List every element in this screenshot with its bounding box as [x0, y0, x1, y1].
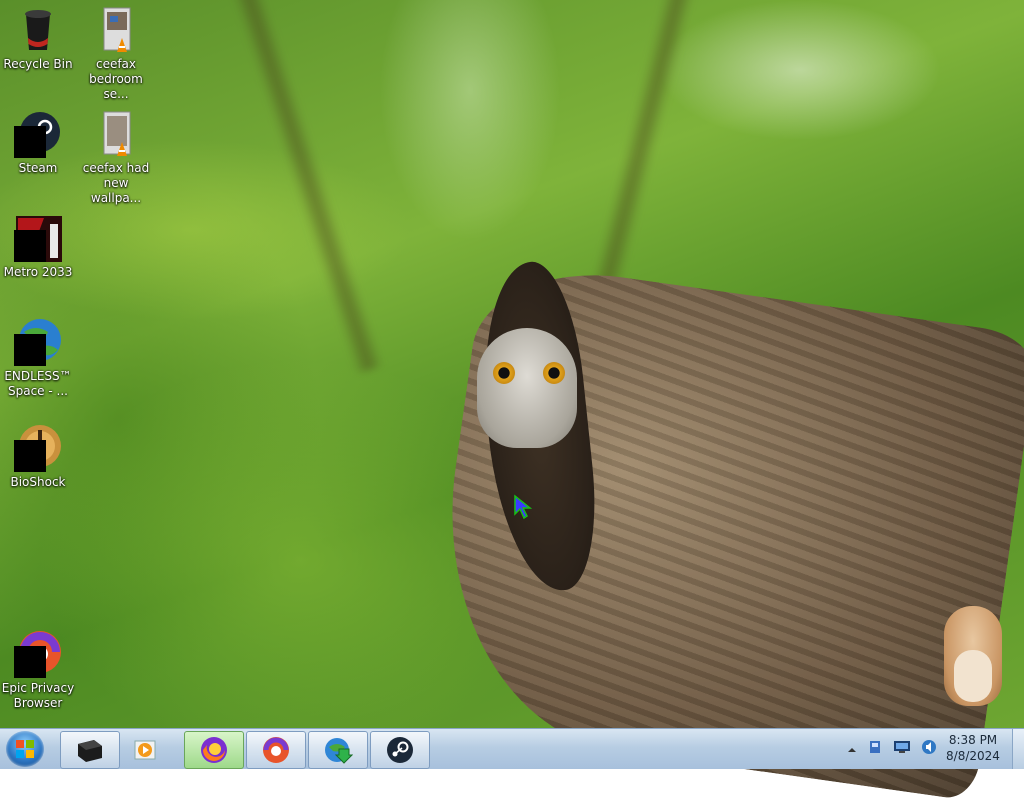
shortcut-overlay [14, 230, 46, 262]
vlc-video-file-icon [92, 6, 140, 54]
shortcut-overlay [14, 334, 46, 366]
action-center-flag-icon [870, 741, 880, 753]
desktop-icon-bioshock[interactable]: BioShock [0, 424, 76, 490]
icon-label: Steam [18, 161, 58, 175]
wallpaper-owl [477, 328, 577, 448]
media-player-icon [134, 740, 156, 760]
owl-eye [543, 362, 565, 384]
icon-label: BioShock [10, 475, 66, 489]
taskbar-clock[interactable]: 8:38 PM 8/8/2024 [934, 732, 1012, 764]
icon-label: Epic Privacy Browser [1, 681, 75, 710]
taskbar-button-steam[interactable] [370, 731, 430, 769]
shortcut-overlay [14, 646, 46, 678]
icon-label: ceefax bedroom se... [89, 57, 143, 101]
taskbar-button-download-manager[interactable] [308, 731, 368, 769]
taskbar-button-media-player[interactable] [122, 731, 170, 769]
shortcut-overlay [14, 440, 46, 472]
metro-2033-icon [14, 214, 62, 262]
vlc-video-file-icon [92, 110, 140, 158]
desktop-icon-ceefax-wallpaper[interactable]: ceefax had new wallpa... [78, 110, 154, 206]
taskbar-button-firefox[interactable] [184, 731, 244, 769]
icon-label: ceefax had new wallpa... [82, 161, 150, 205]
desktop-icon-metro-2033[interactable]: Metro 2033 [0, 214, 76, 280]
epic-browser-icon [263, 737, 289, 763]
clock-date: 8/8/2024 [946, 749, 1000, 763]
icon-label: Metro 2033 [3, 265, 73, 279]
download-manager-icon [325, 738, 353, 764]
mouse-cursor-icon [513, 494, 533, 524]
clock-time: 8:38 PM [948, 733, 998, 747]
system-tray [842, 729, 942, 769]
tray-app-icon[interactable] [867, 739, 883, 759]
hamster-belly [954, 650, 992, 702]
shortcut-overlay [14, 126, 46, 158]
desktop-icon-ceefax-bedroom[interactable]: ceefax bedroom se... [78, 6, 154, 102]
desktop-icon-recycle-bin[interactable]: Recycle Bin [0, 6, 76, 72]
icon-label: ENDLESS™ Space - ... [4, 369, 72, 398]
endless-space-icon [14, 318, 62, 366]
show-hidden-icons-button[interactable] [847, 740, 857, 759]
desktop-icon-epic-browser[interactable]: Epic Privacy Browser [0, 630, 76, 711]
chevron-up-icon [848, 747, 856, 752]
firefox-icon [201, 737, 227, 763]
desktop-icon-endless-space[interactable]: ENDLESS™ Space - ... [0, 318, 76, 399]
windows-logo-icon [16, 740, 34, 758]
wallpaper-branch [225, 0, 385, 375]
start-button[interactable] [6, 731, 44, 767]
steam-icon [387, 737, 413, 763]
recycle-bin-icon [14, 6, 62, 54]
taskbar: 8:38 PM 8/8/2024 [0, 728, 1024, 769]
bioshock-icon [14, 424, 62, 472]
desktop-folder-icon [78, 740, 102, 762]
owl-eye [493, 362, 515, 384]
epic-browser-icon [14, 630, 62, 678]
desktop-icon-steam[interactable]: Steam [0, 110, 76, 176]
taskbar-button-desktop-folder[interactable] [60, 731, 120, 769]
icon-label: Recycle Bin [3, 57, 73, 71]
network-tray-button[interactable] [893, 739, 911, 759]
show-desktop-button[interactable] [1012, 729, 1024, 769]
steam-icon [14, 110, 62, 158]
taskbar-button-epic-browser[interactable] [246, 731, 306, 769]
network-monitor-icon [894, 741, 910, 753]
